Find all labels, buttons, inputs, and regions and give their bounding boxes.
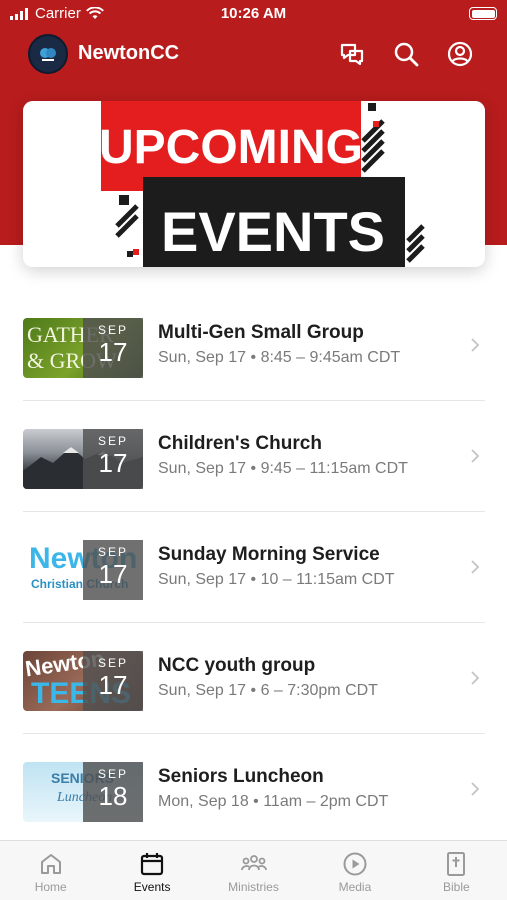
event-title: Multi-Gen Small Group <box>158 322 364 343</box>
date-badge: SEP 17 <box>83 429 143 489</box>
date-badge: SEP 17 <box>83 540 143 600</box>
bible-icon <box>447 852 466 876</box>
tab-label: Events <box>133 880 171 894</box>
event-title: Children's Church <box>158 433 322 454</box>
app-title: NewtonCC <box>78 42 180 64</box>
chevron-right-icon <box>471 560 480 574</box>
event-title: NCC youth group <box>158 655 316 676</box>
tab-ministries[interactable]: Ministries <box>203 841 304 900</box>
tab-label: Bible <box>442 880 470 894</box>
event-meta: Sun, Sep 17 • 8:45 – 9:45am CDT <box>158 349 401 366</box>
tab-label: Home <box>34 880 67 894</box>
play-icon <box>343 852 367 876</box>
event-meta: Sun, Sep 17 • 9:45 – 11:15am CDT <box>158 460 408 477</box>
date-badge: SEP 18 <box>83 762 143 822</box>
people-icon <box>240 855 267 871</box>
event-meta: Sun, Sep 17 • 10 – 11:15am CDT <box>158 571 395 588</box>
home-icon <box>40 854 61 874</box>
event-row[interactable]: GATHER & GROW SEP 17 Multi-Gen Small Gro… <box>23 290 485 401</box>
status-bar: Carrier 10:26 AM <box>0 0 507 28</box>
account-icon[interactable] <box>446 40 474 68</box>
chevron-right-icon <box>471 782 480 796</box>
chevron-right-icon <box>471 671 480 685</box>
event-meta: Sun, Sep 17 • 6 – 7:30pm CDT <box>158 682 378 699</box>
chevron-right-icon <box>471 449 480 463</box>
app-logo[interactable] <box>28 34 68 74</box>
banner-line2: EVENTS <box>161 200 385 263</box>
status-time: 10:26 AM <box>220 5 287 22</box>
battery-icon <box>469 7 497 20</box>
date-month: SEP <box>97 323 128 337</box>
date-month: SEP <box>97 767 128 781</box>
chevron-right-icon <box>471 338 480 352</box>
date-month: SEP <box>97 656 128 670</box>
date-day: 17 <box>98 670 128 700</box>
events-list: GATHER & GROW SEP 17 Multi-Gen Small Gro… <box>23 290 485 845</box>
date-badge: SEP 17 <box>83 651 143 711</box>
event-row[interactable]: Newton Christian Church SEP 17 Sunday Mo… <box>23 512 485 623</box>
calendar-icon <box>141 853 164 876</box>
date-day: 17 <box>98 559 128 589</box>
tab-bible[interactable]: Bible <box>406 841 507 900</box>
tab-events[interactable]: Events <box>101 841 202 900</box>
event-meta: Mon, Sep 18 • 11am – 2pm CDT <box>158 793 389 810</box>
date-day: 17 <box>98 337 128 367</box>
banner-graphic: UPCOMING EVENTS <box>23 101 485 267</box>
banner-line1: UPCOMING <box>99 121 363 174</box>
search-icon[interactable] <box>392 40 420 68</box>
app-bar: NewtonCC <box>0 32 507 76</box>
event-row[interactable]: SENIORS Luncheon SEP 18 Seniors Luncheon… <box>23 734 485 845</box>
tab-media[interactable]: Media <box>304 841 405 900</box>
chat-icon[interactable] <box>338 40 366 68</box>
date-badge: SEP 17 <box>83 318 143 378</box>
tab-label: Ministries <box>228 880 279 894</box>
tab-home[interactable]: Home <box>0 841 101 900</box>
tab-bar: Home Events Ministries Media Bible <box>0 840 507 900</box>
event-row[interactable]: Newton TEENS SEP 17 NCC youth group Sun,… <box>23 623 485 734</box>
date-month: SEP <box>97 545 128 559</box>
event-title: Seniors Luncheon <box>158 766 324 787</box>
date-day: 18 <box>98 781 128 811</box>
event-row[interactable]: SEP 17 Children's Church Sun, Sep 17 • 9… <box>23 401 485 512</box>
logo-icon <box>40 48 56 61</box>
date-month: SEP <box>97 434 128 448</box>
tab-label: Media <box>338 880 372 894</box>
events-banner: UPCOMING EVENTS <box>23 101 485 267</box>
date-day: 17 <box>98 448 128 478</box>
event-title: Sunday Morning Service <box>158 544 380 565</box>
